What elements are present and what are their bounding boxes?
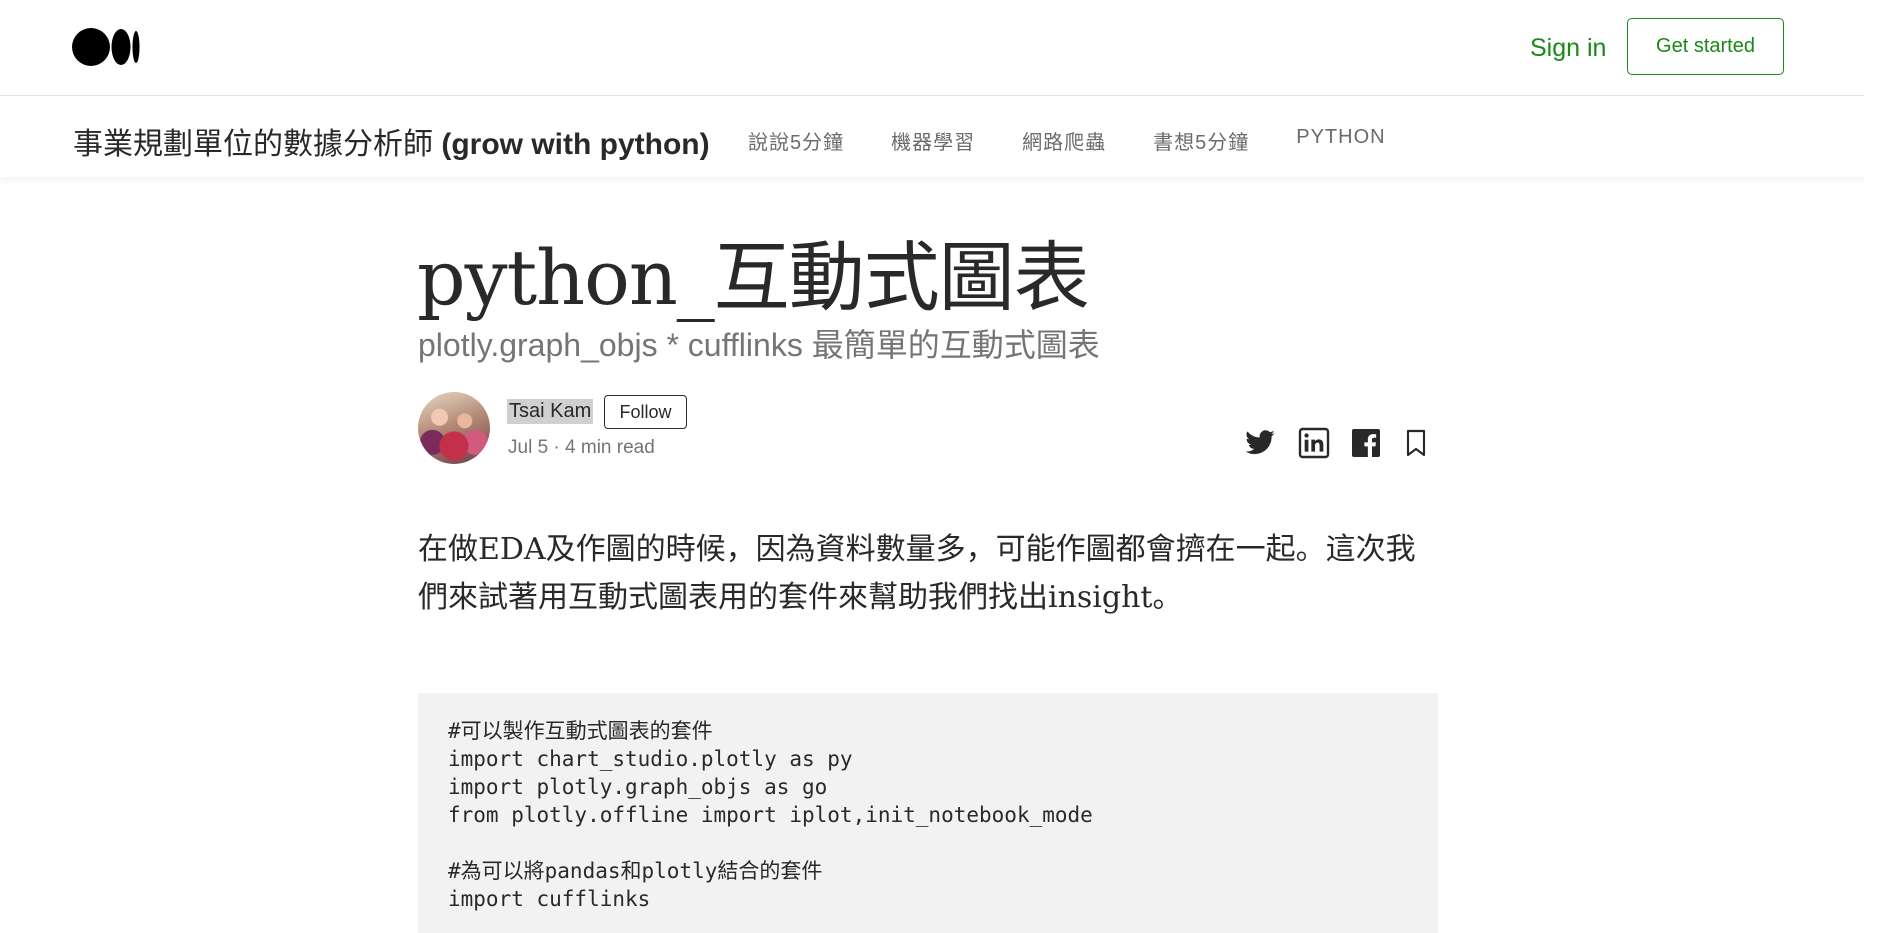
- avatar[interactable]: [418, 392, 490, 464]
- twitter-icon[interactable]: [1244, 427, 1276, 459]
- publication-name-latin: (grow with python): [441, 128, 710, 161]
- code-block: #可以製作互動式圖表的套件 import chart_studio.plotly …: [418, 693, 1438, 933]
- facebook-icon[interactable]: [1350, 427, 1382, 459]
- code-line: #可以製作互動式圖表的套件: [448, 719, 713, 743]
- code-line: from plotly.offline import iplot,init_no…: [448, 803, 1093, 827]
- publication-name-cjk: 事業規劃單位的數據分析師: [73, 128, 442, 161]
- linkedin-icon[interactable]: [1298, 427, 1330, 459]
- publication-nav: 說說5分鐘 機器學習 網路爬蟲 書想5分鐘 PYTHON: [748, 126, 1433, 155]
- get-started-button[interactable]: Get started: [1627, 18, 1784, 75]
- code-line: import cufflinks: [448, 887, 651, 911]
- publication-name[interactable]: 事業規劃單位的數據分析師 (grow with python): [73, 119, 710, 163]
- code-line: import chart_studio.plotly as py: [448, 747, 853, 771]
- bookmark-icon[interactable]: [1400, 427, 1432, 459]
- article-paragraph: 在做EDA及作圖的時候，因為資料數量多，可能作圖都會擠在一起。這次我們來試著用互…: [418, 532, 1416, 615]
- nav-item-web-crawler[interactable]: 網路爬蟲: [1022, 126, 1106, 155]
- author-name[interactable]: Tsai Kam: [507, 399, 594, 424]
- code-line: import plotly.graph_objs as go: [448, 775, 828, 799]
- medium-logo[interactable]: [72, 28, 140, 66]
- nav-item-book-thoughts[interactable]: 書想5分鐘: [1153, 126, 1249, 155]
- nav-item-python[interactable]: PYTHON: [1296, 126, 1385, 155]
- code-line: #為可以將pandas和plotly結合的套件: [448, 859, 823, 883]
- article-title: python_互動式圖表: [417, 233, 1090, 322]
- article-meta: Jul 5 · 4 min read: [508, 437, 655, 458]
- sign-in-link[interactable]: Sign in: [1530, 34, 1606, 63]
- article-subtitle: plotly.graph_objs * cufflinks 最簡單的互動式圖表: [418, 327, 1100, 363]
- scrollbar[interactable]: [1864, 0, 1880, 933]
- code-gap: [448, 829, 1408, 857]
- top-bar: Sign in Get started: [0, 0, 1880, 96]
- publication-bar: 事業規劃單位的數據分析師 (grow with python) 說說5分鐘 機器…: [0, 97, 1880, 177]
- follow-button[interactable]: Follow: [604, 395, 687, 429]
- nav-item-talk[interactable]: 說說5分鐘: [748, 126, 844, 155]
- nav-item-machine-learning[interactable]: 機器學習: [891, 126, 975, 155]
